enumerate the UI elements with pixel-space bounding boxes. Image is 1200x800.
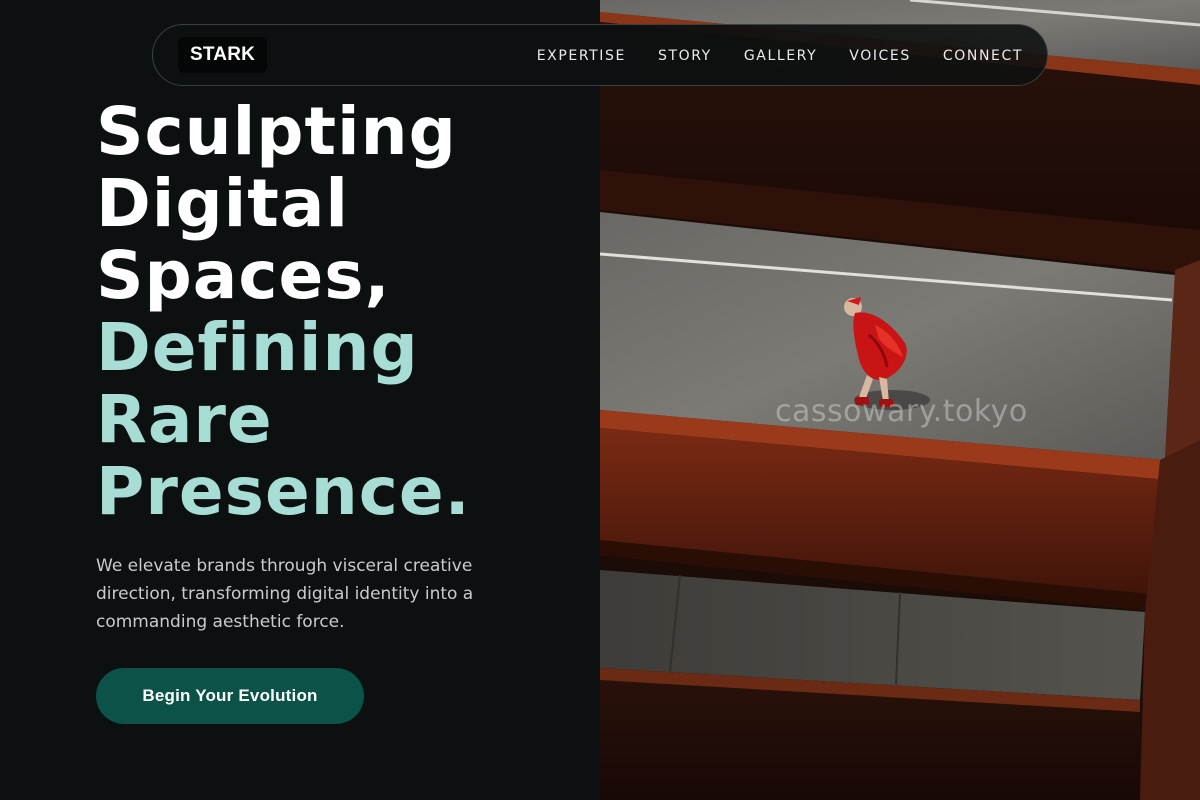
headline-line: Sculpting [96, 93, 457, 170]
headline-accent-line: Defining [96, 309, 419, 386]
nav-link-expertise[interactable]: EXPERTISE [537, 48, 626, 64]
headline-accent-line: Rare [96, 381, 273, 458]
headline-line: Digital [96, 165, 349, 242]
nav-link-voices[interactable]: VOICES [849, 48, 911, 64]
headline-accent-line: Presence. [96, 453, 471, 530]
nav-link-story[interactable]: STORY [658, 48, 712, 64]
brand-logo[interactable]: STARK [178, 37, 268, 73]
hero-subtext: We elevate brands through visceral creat… [96, 556, 474, 632]
begin-evolution-button[interactable]: Begin Your Evolution [96, 668, 364, 724]
nav-link-connect[interactable]: CONNECT [943, 48, 1023, 64]
nav-link-gallery[interactable]: GALLERY [744, 48, 817, 64]
hero-headline: Sculpting Digital Spaces, Defining Rare … [96, 96, 596, 528]
photo-watermark: cassowary.tokyo [775, 394, 1028, 429]
headline-line: Spaces, [96, 237, 391, 314]
top-nav-bar: STARK EXPERTISE STORY GALLERY VOICES CON… [152, 24, 1048, 86]
nav-links: EXPERTISE STORY GALLERY VOICES CONNECT [537, 25, 1023, 87]
